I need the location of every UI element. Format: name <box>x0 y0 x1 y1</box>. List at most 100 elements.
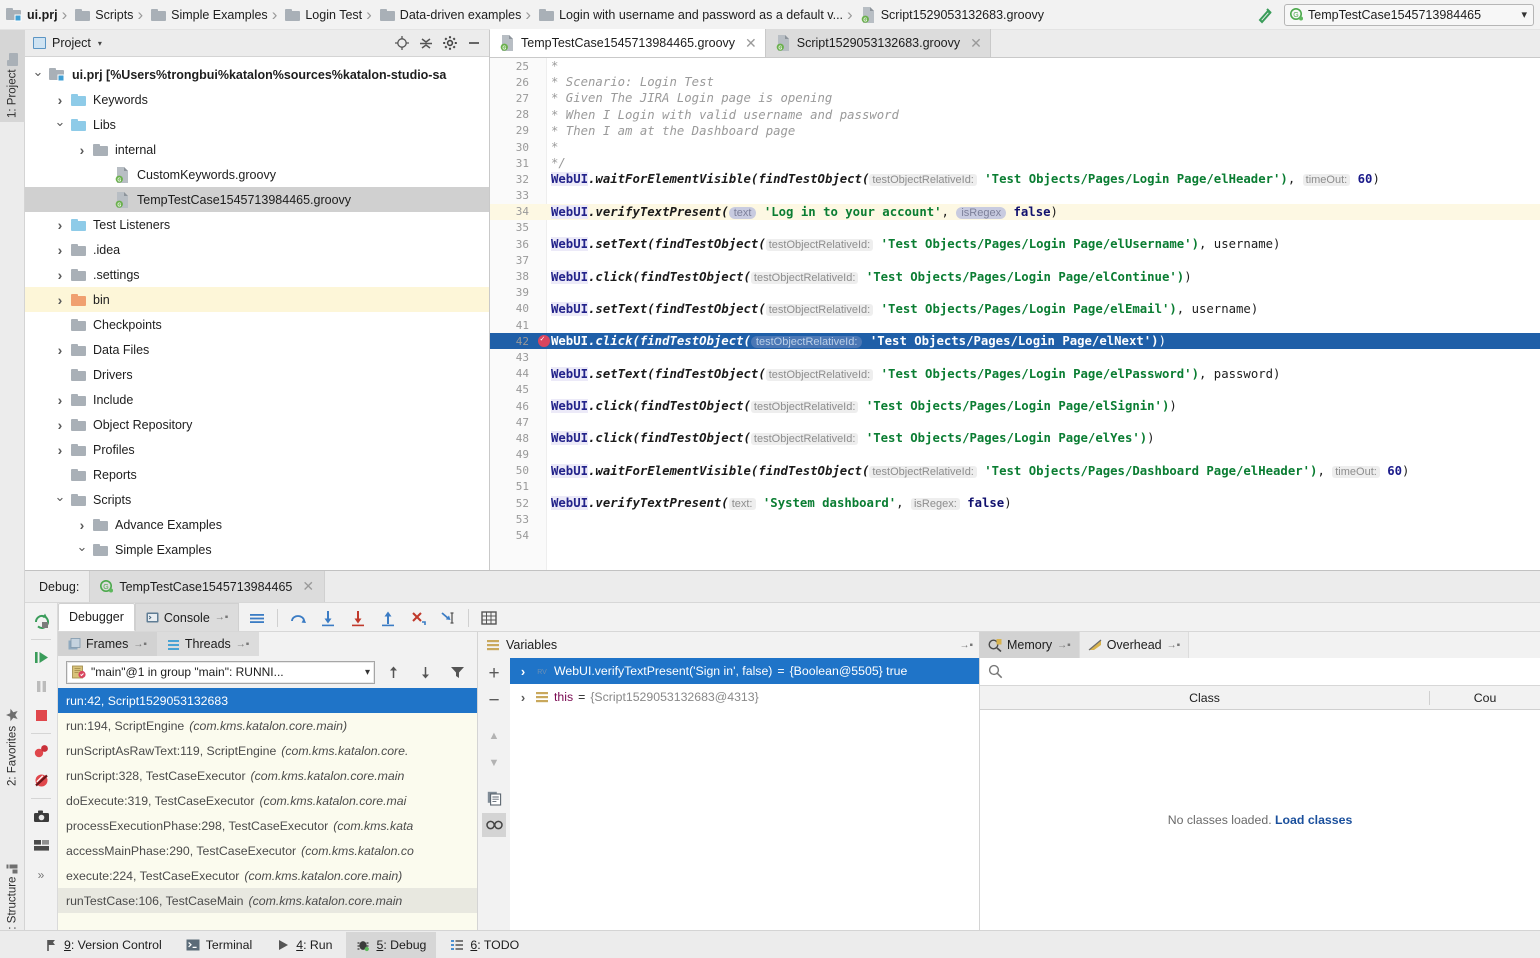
get-thread-dump-icon[interactable] <box>28 803 55 830</box>
code-line[interactable]: 43 <box>490 349 1540 365</box>
frame-row[interactable]: processExecutionPhase:298, TestCaseExecu… <box>58 813 477 838</box>
code-line[interactable]: 42WebUI.click(findTestObject(testObjectR… <box>490 333 1540 349</box>
tree-item[interactable]: Keywords <box>25 87 489 112</box>
rerun-icon[interactable] <box>28 608 55 635</box>
tree-item[interactable]: ui.prj [%Users%trongbui%katalon%sources%… <box>25 62 489 87</box>
code-line[interactable]: 50WebUI.waitForElementVisible(findTestOb… <box>490 463 1540 479</box>
chevron-right-icon[interactable]: › <box>516 690 530 705</box>
pin-icon[interactable]: →▪ <box>1057 640 1071 651</box>
chevron-down-icon[interactable]: ▾ <box>1521 8 1527 21</box>
code-line[interactable]: 53 <box>490 511 1540 527</box>
tree-item[interactable]: Advance Examples <box>25 512 489 537</box>
chevron-down-icon[interactable] <box>53 117 67 133</box>
code-line[interactable]: 28 * When I Login with valid username an… <box>490 107 1540 123</box>
code-line[interactable]: 54 <box>490 527 1540 543</box>
tree-item[interactable]: internal <box>25 137 489 162</box>
more-icon[interactable]: » <box>28 861 55 888</box>
breadcrumb-item-simple-examples[interactable]: Simple Examples <box>145 0 270 30</box>
chevron-down-icon[interactable] <box>53 492 67 508</box>
copy-value-icon[interactable] <box>482 786 506 810</box>
chevron-right-icon[interactable] <box>53 392 67 408</box>
move-up-icon[interactable]: ▲ <box>482 724 506 748</box>
view-breakpoints-icon[interactable] <box>28 738 55 765</box>
frame-row[interactable]: runTestCase:106, TestCaseMain(com.kms.ka… <box>58 888 477 913</box>
pin-icon[interactable]: →▪ <box>236 639 250 650</box>
code-editor[interactable]: 25 * 26 * Scenario: Login Test27 * Given… <box>490 58 1540 570</box>
code-line[interactable]: 27 * Given The JIRA Login page is openin… <box>490 90 1540 106</box>
pin-icon[interactable]: →▪ <box>133 639 147 650</box>
tree-item[interactable]: GCustomKeywords.groovy <box>25 162 489 187</box>
tab-frames[interactable]: Frames →▪ <box>58 632 157 656</box>
breadcrumb-item-ui-prj[interactable]: ui.prj <box>0 0 60 30</box>
code-line[interactable]: 25 * <box>490 58 1540 74</box>
step-out-icon[interactable] <box>374 605 402 631</box>
breadcrumb-item-scripts[interactable]: Scripts <box>69 0 135 30</box>
frame-row[interactable]: run:194, ScriptEngine(com.kms.katalon.co… <box>58 713 477 738</box>
chevron-right-icon[interactable] <box>53 417 67 433</box>
mute-breakpoints-icon[interactable] <box>28 767 55 794</box>
tree-item[interactable]: .idea <box>25 237 489 262</box>
status-bar-item-debug[interactable]: 5: Debug <box>346 932 436 958</box>
hide-panel-icon[interactable] <box>463 32 485 54</box>
tree-item[interactable]: GTempTestCase1545713984465.groovy <box>25 187 489 212</box>
code-line[interactable]: 45 <box>490 382 1540 398</box>
code-line[interactable]: 35 <box>490 220 1540 236</box>
pause-program-icon[interactable] <box>28 673 55 700</box>
tree-item[interactable]: Drivers <box>25 362 489 387</box>
chevron-right-icon[interactable] <box>53 92 67 108</box>
status-bar-item-versioncontrol[interactable]: 9: Version Control <box>34 932 172 958</box>
column-header-class[interactable]: Class <box>980 691 1430 705</box>
code-line[interactable]: 31 */ <box>490 155 1540 171</box>
locate-icon[interactable] <box>391 32 413 54</box>
code-line[interactable]: 29 * Then I am at the Dashboard page <box>490 123 1540 139</box>
frame-row[interactable]: runScript:328, TestCaseExecutor(com.kms.… <box>58 763 477 788</box>
code-line[interactable]: 48WebUI.click(findTestObject(testObjectR… <box>490 430 1540 446</box>
chevron-right-icon[interactable]: › <box>516 664 530 679</box>
code-line[interactable]: 46WebUI.click(findTestObject(testObjectR… <box>490 398 1540 414</box>
tab-console[interactable]: Console →▪ <box>135 603 239 631</box>
pin-icon[interactable]: →▪ <box>959 640 973 651</box>
tree-item[interactable]: Checkpoints <box>25 312 489 337</box>
chevron-right-icon[interactable] <box>53 267 67 283</box>
code-line[interactable]: 38WebUI.click(findTestObject(testObjectR… <box>490 268 1540 284</box>
breadcrumb-item-login-with-username-and-passwo[interactable]: Login with username and password as a de… <box>533 0 845 30</box>
load-classes-link[interactable]: Load classes <box>1275 813 1352 827</box>
close-icon[interactable]: ✕ <box>970 35 982 52</box>
tab-overhead[interactable]: Overhead →▪ <box>1080 632 1189 658</box>
collapse-all-icon[interactable] <box>415 32 437 54</box>
hammer-icon[interactable] <box>1252 3 1278 27</box>
tree-item[interactable]: Object Repository <box>25 412 489 437</box>
remove-watch-icon[interactable]: − <box>482 689 506 713</box>
evaluate-expression-icon[interactable] <box>475 605 503 631</box>
stop-icon[interactable] <box>28 702 55 729</box>
frame-row[interactable]: run:42, Script1529053132683 <box>58 688 477 713</box>
editor-tab[interactable]: GScript1529053132683.groovy✕ <box>766 29 991 57</box>
code-line[interactable]: 52WebUI.verifyTextPresent(text: 'System … <box>490 495 1540 511</box>
tree-item[interactable]: Data Files <box>25 337 489 362</box>
frame-row[interactable]: runScriptAsRawText:119, ScriptEngine(com… <box>58 738 477 763</box>
inspect-icon[interactable] <box>482 813 506 837</box>
project-tree[interactable]: ui.prj [%Users%trongbui%katalon%sources%… <box>25 57 489 570</box>
down-arrow-icon[interactable] <box>411 659 439 685</box>
code-line[interactable]: 49 <box>490 447 1540 463</box>
gear-icon[interactable] <box>439 32 461 54</box>
tree-item[interactable]: Simple Examples <box>25 537 489 562</box>
chevron-down-icon[interactable] <box>75 542 89 558</box>
debug-session-tab[interactable]: G TempTestCase1545713984465 ✕ <box>89 571 325 602</box>
variables-list[interactable]: ›RVWebUI.verifyTextPresent('Sign in', fa… <box>510 658 979 930</box>
tree-item[interactable]: Libs <box>25 112 489 137</box>
breadcrumb-item-login-test[interactable]: Login Test <box>279 0 364 30</box>
frame-row[interactable]: accessMainPhase:290, TestCaseExecutor(co… <box>58 838 477 863</box>
variable-row[interactable]: ›RVWebUI.verifyTextPresent('Sign in', fa… <box>510 658 979 684</box>
chevron-down-icon[interactable] <box>31 67 45 83</box>
frame-row[interactable]: execute:224, TestCaseExecutor(com.kms.ka… <box>58 863 477 888</box>
close-icon[interactable]: ✕ <box>302 578 314 595</box>
chevron-right-icon[interactable] <box>53 342 67 358</box>
tree-item[interactable]: Test Listeners <box>25 212 489 237</box>
tree-item[interactable]: Scripts <box>25 487 489 512</box>
force-step-into-icon[interactable] <box>344 605 372 631</box>
close-icon[interactable]: ✕ <box>745 35 757 52</box>
chevron-right-icon[interactable] <box>75 142 89 158</box>
status-bar-item-run[interactable]: 4: Run <box>266 932 342 958</box>
code-line[interactable]: 32WebUI.waitForElementVisible(findTestOb… <box>490 171 1540 187</box>
